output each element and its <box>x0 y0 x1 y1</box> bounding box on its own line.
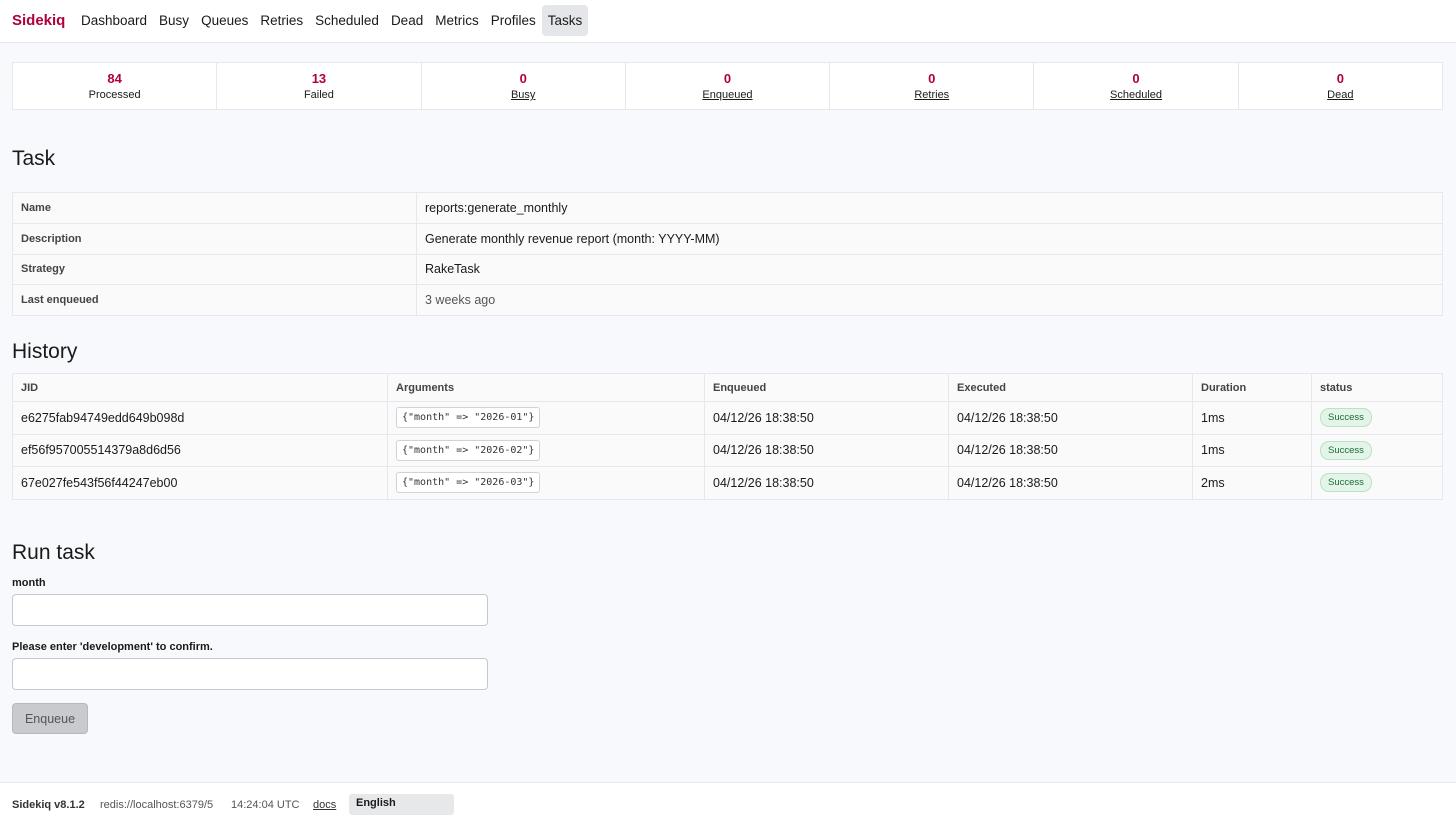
run-task-heading: Run task <box>12 541 95 564</box>
stat-value: 13 <box>311 71 327 86</box>
enqueued-cell: 04/12/26 18:38:50 <box>704 401 949 435</box>
arguments-cell: {"month" => "2026-01"} <box>387 401 705 435</box>
arguments-code: {"month" => "2026-01"} <box>396 407 541 429</box>
jid-cell: e6275fab94749edd649b098d <box>12 401 388 435</box>
stat-value: 0 <box>1132 71 1140 86</box>
column-header: Executed <box>948 373 1193 402</box>
arguments-cell: {"month" => "2026-02"} <box>387 434 705 467</box>
task-row-description: Description Generate monthly revenue rep… <box>12 223 1443 255</box>
stat-value: 0 <box>519 71 527 86</box>
stat-processed: 84 Processed <box>13 63 218 109</box>
nav-scheduled[interactable]: Scheduled <box>309 5 385 36</box>
column-header: Duration <box>1192 373 1312 402</box>
executed-cell: 04/12/26 18:38:50 <box>948 466 1193 499</box>
table-row: e6275fab94749edd649b098d {"month" => "20… <box>12 401 1443 435</box>
task-key: Description <box>12 223 417 255</box>
stat-value: 0 <box>1336 71 1344 86</box>
history-table: JID Arguments Enqueued Executed Duration… <box>12 373 1443 500</box>
column-header: JID <box>12 373 388 402</box>
stat-failed: 13 Failed <box>217 63 422 109</box>
stat-scheduled[interactable]: 0 Scheduled <box>1034 63 1239 109</box>
brand-logo[interactable]: Sidekiq <box>12 12 65 29</box>
redis-url: redis://localhost:6379/5 <box>100 799 214 811</box>
stat-value: 0 <box>928 71 936 86</box>
nav-tasks[interactable]: Tasks <box>541 5 589 36</box>
confirm-input[interactable] <box>12 658 488 690</box>
stat-link[interactable]: Dead <box>1239 89 1442 101</box>
status-cell: Success <box>1311 466 1443 499</box>
duration-cell: 2ms <box>1192 466 1312 499</box>
task-value: Generate monthly revenue report (month: … <box>416 223 1443 255</box>
status-badge: Success <box>1320 473 1372 493</box>
stat-link[interactable]: Enqueued <box>626 89 829 101</box>
stat-busy[interactable]: 0 Busy <box>422 63 626 109</box>
stat-link[interactable]: Busy <box>422 89 625 101</box>
task-value: 3 weeks ago <box>416 284 1443 316</box>
executed-cell: 04/12/26 18:38:50 <box>948 401 1193 435</box>
footer: Sidekiq v8.1.2 redis://localhost:6379/5 … <box>0 782 1456 823</box>
jid-cell: ef56f957005514379a8d6d56 <box>12 434 388 467</box>
nav-dead[interactable]: Dead <box>385 5 429 36</box>
task-key: Name <box>12 192 417 224</box>
status-badge: Success <box>1320 440 1372 460</box>
stat-link[interactable]: Scheduled <box>1034 89 1237 101</box>
stat-label: Processed <box>88 89 141 101</box>
status-cell: Success <box>1311 434 1443 467</box>
top-navbar: Sidekiq Dashboard Busy Queues Retries Sc… <box>0 0 1456 43</box>
task-heading: Task <box>12 147 56 170</box>
task-key: Last enqueued <box>12 284 417 316</box>
duration-cell: 1ms <box>1192 401 1312 435</box>
stat-value: 84 <box>107 71 122 86</box>
task-key: Strategy <box>12 254 417 286</box>
stat-dead[interactable]: 0 Dead <box>1239 63 1442 109</box>
history-header-row: JID Arguments Enqueued Executed Duration… <box>12 373 1443 402</box>
executed-cell: 04/12/26 18:38:50 <box>948 434 1193 467</box>
language-select[interactable]: English <box>349 794 454 815</box>
stat-label: Failed <box>303 89 334 101</box>
nav-metrics[interactable]: Metrics <box>429 5 485 36</box>
nav-profiles[interactable]: Profiles <box>485 5 542 36</box>
month-input[interactable] <box>12 594 488 626</box>
arguments-code: {"month" => "2026-03"} <box>396 472 541 494</box>
nav-queues[interactable]: Queues <box>195 5 254 36</box>
enqueued-cell: 04/12/26 18:38:50 <box>704 434 949 467</box>
arguments-code: {"month" => "2026-02"} <box>396 439 541 461</box>
duration-cell: 1ms <box>1192 434 1312 467</box>
column-header: Enqueued <box>704 373 949 402</box>
column-header: Arguments <box>387 373 705 402</box>
stat-link[interactable]: Retries <box>830 89 1033 101</box>
nav-retries[interactable]: Retries <box>254 5 309 36</box>
enqueue-button[interactable]: Enqueue <box>12 703 88 734</box>
nav-busy[interactable]: Busy <box>153 5 195 36</box>
table-row: ef56f957005514379a8d6d56 {"month" => "20… <box>12 434 1443 467</box>
stat-enqueued[interactable]: 0 Enqueued <box>626 63 831 109</box>
task-row-last-enqueued: Last enqueued 3 weeks ago <box>12 284 1443 316</box>
docs-link[interactable]: docs <box>313 799 336 811</box>
confirm-label: Please enter 'development' to confirm. <box>12 641 213 653</box>
enqueued-cell: 04/12/26 18:38:50 <box>704 466 949 499</box>
table-row: 67e027fe543f56f44247eb00 {"month" => "20… <box>12 466 1443 499</box>
jid-cell: 67e027fe543f56f44247eb00 <box>12 466 388 499</box>
task-value: RakeTask <box>416 254 1443 286</box>
task-details-table: Name reports:generate_monthly Descriptio… <box>12 192 1443 316</box>
task-value: reports:generate_monthly <box>416 192 1443 224</box>
server-time: 14:24:04 UTC <box>231 799 300 811</box>
stat-value: 0 <box>723 71 732 86</box>
status-cell: Success <box>1311 401 1443 435</box>
nav-links: Dashboard Busy Queues Retries Scheduled … <box>75 5 589 36</box>
arguments-cell: {"month" => "2026-03"} <box>387 466 705 499</box>
month-label: month <box>12 577 46 589</box>
task-row-strategy: Strategy RakeTask <box>12 254 1443 286</box>
status-badge: Success <box>1320 408 1372 428</box>
task-row-name: Name reports:generate_monthly <box>12 192 1443 224</box>
stat-retries[interactable]: 0 Retries <box>830 63 1035 109</box>
stats-bar: 84 Processed 13 Failed 0 Busy 0 Enqueued… <box>12 62 1443 110</box>
version-text: Sidekiq v8.1.2 <box>12 799 85 811</box>
nav-dashboard[interactable]: Dashboard <box>75 5 153 36</box>
history-heading: History <box>12 340 78 363</box>
column-header: status <box>1311 373 1443 402</box>
